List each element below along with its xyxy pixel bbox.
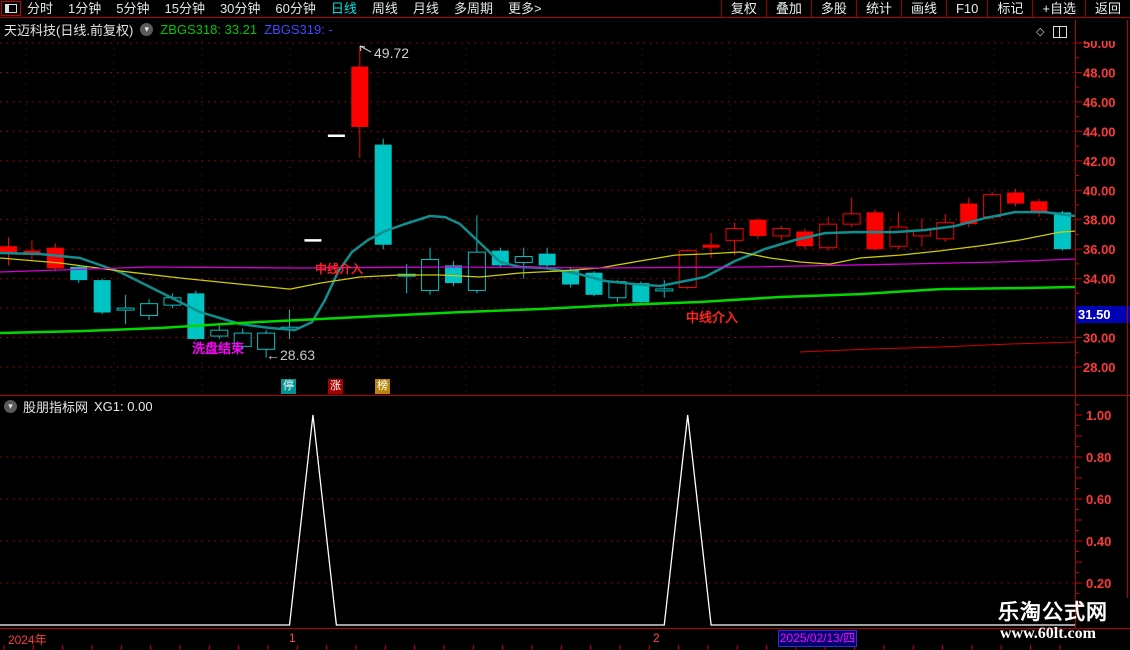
svg-text:42.00: 42.00 <box>1083 154 1116 169</box>
period-menu-item-3[interactable]: 15分钟 <box>164 0 204 17</box>
action-menu-item-4[interactable]: 画线 <box>900 0 946 17</box>
svg-text:38.00: 38.00 <box>1083 213 1116 228</box>
action-menu: 复权 叠加 多股 统计 画线 F10 标记 +自选 返回 <box>720 0 1130 17</box>
stock-title: 天迈科技(日线.前复权) <box>4 22 134 38</box>
action-menu-item-0[interactable]: 复权 <box>720 0 766 17</box>
layout-icon[interactable] <box>1 1 21 16</box>
xg1-series-line <box>0 414 1075 626</box>
action-menu-item-8[interactable]: 返回 <box>1084 0 1130 17</box>
action-menu-item-2[interactable]: 多股 <box>810 0 856 17</box>
app-window: 分时 1分钟 5分钟 15分钟 30分钟 60分钟 日线 周线 月线 多周期 更多> 复权 叠加 多股统… <box>0 0 1130 650</box>
period-menu-item-4[interactable]: 30分钟 <box>220 0 260 17</box>
action-menu-item-6[interactable]: 标记 <box>987 0 1032 17</box>
badge-1[interactable]: 涨 <box>328 379 343 394</box>
month-label-1: 2 <box>653 631 660 645</box>
badge-2[interactable]: 榜 <box>375 379 390 394</box>
price-gridlines <box>0 42 1075 368</box>
indicator-chart-canvas[interactable]: 1.00 0.80 0.60 0.40 0.20 <box>0 396 1130 650</box>
indicator-gridlines <box>0 456 1075 584</box>
period-menu-item-2[interactable]: 5分钟 <box>116 0 149 17</box>
watermark-url: www.60lt.com <box>1000 625 1096 642</box>
ma-magenta <box>0 258 1076 273</box>
svg-text:1.00: 1.00 <box>1086 408 1111 423</box>
chevron-down-icon[interactable]: ▾ <box>4 399 17 413</box>
indicator-source: 股朋指标网 <box>23 399 89 415</box>
chart-annotation-4: 洗盘结束 <box>192 341 245 356</box>
period-menu-item-8[interactable]: 月线 <box>413 0 439 17</box>
svg-text:36.00: 36.00 <box>1083 242 1116 257</box>
svg-text:44.00: 44.00 <box>1083 124 1116 139</box>
watermark-site-name: 乐淘公式网 <box>998 601 1108 624</box>
period-menu-item-0[interactable]: 分时 <box>27 0 53 17</box>
right-border <box>1127 20 1128 598</box>
period-menu-item-6[interactable]: 日线 <box>331 0 357 17</box>
action-menu-item-7[interactable]: +自选 <box>1032 0 1085 17</box>
annotations-layer: 49.72←28.63中线介入中线介入洗盘结束 <box>192 45 738 363</box>
date-axis-separator <box>0 628 1130 629</box>
ma-yellow <box>0 230 1076 290</box>
svg-text:50.00: 50.00 <box>1083 41 1116 51</box>
period-menu-item-10[interactable]: 更多> <box>508 0 542 17</box>
svg-text:30.00: 30.00 <box>1083 331 1116 346</box>
chart-annotation-0: 49.72 <box>374 45 409 61</box>
period-menu-item-5[interactable]: 60分钟 <box>275 0 315 17</box>
axis-border <box>1075 20 1076 628</box>
period-menu: 分时 1分钟 5分钟 15分钟 30分钟 60分钟 日线 周线 月线 多周期 更多> <box>27 0 542 17</box>
svg-text:46.00: 46.00 <box>1083 95 1116 110</box>
indicator-zbgs318: ZBGS318: 33.21 <box>160 21 258 37</box>
top-toolbar: 分时 1分钟 5分钟 15分钟 30分钟 60分钟 日线 周线 月线 多周期 更多> 复权 叠加 多股统… <box>0 0 1130 18</box>
svg-text:34.00: 34.00 <box>1083 272 1116 287</box>
svg-text:28.00: 28.00 <box>1083 360 1116 375</box>
main-chart-canvas[interactable]: 49.72←28.63中线介入中线介入洗盘结束50.0048.0046.0044… <box>0 41 1130 396</box>
chart-annotation-1: ←28.63 <box>266 347 315 363</box>
year-label: 2024年 <box>8 633 47 647</box>
action-menu-item-3[interactable]: 统计 <box>855 0 901 17</box>
badge-0[interactable]: 停 <box>281 379 296 394</box>
price-axis: 50.00 48.00 46.00 44.00 42.00 40.00 38.00 36.00… <box>1075 41 1116 375</box>
title-bar: 天迈科技(日线.前复权) ▾ ZBGS318: 33.21 ZBGS319: - <box>0 18 333 40</box>
split-window-icon <box>5 4 17 13</box>
period-menu-item-9[interactable]: 多周期 <box>454 0 493 17</box>
indicator-axis: 1.00 0.80 0.60 0.40 0.20 <box>1075 404 1111 615</box>
action-menu-item-1[interactable]: 叠加 <box>765 0 811 17</box>
svg-text:48.00: 48.00 <box>1083 65 1116 80</box>
last-price-marker: 31.50 <box>1076 306 1130 324</box>
split-view-icon[interactable] <box>1053 25 1068 38</box>
chart-annotation-3: 中线介入 <box>686 310 738 325</box>
action-menu-item-5[interactable]: F10 <box>945 0 987 17</box>
candles-layer <box>0 47 1071 358</box>
last-date-label: 2025/02/13/四 <box>778 630 857 647</box>
svg-text:40.00: 40.00 <box>1083 183 1116 198</box>
chevron-down-icon[interactable]: ▾ <box>140 22 154 36</box>
svg-text:0.60: 0.60 <box>1086 492 1111 507</box>
period-menu-item-1[interactable]: 1分钟 <box>68 0 101 17</box>
watermark: 乐淘公式网 www.60lt.com <box>998 601 1108 643</box>
indicator-zbgs319: ZBGS319: - <box>264 21 333 37</box>
ma-teal <box>0 210 1076 332</box>
svg-text:0.80: 0.80 <box>1086 450 1111 465</box>
period-menu-item-7[interactable]: 周线 <box>372 0 398 17</box>
svg-text:0.20: 0.20 <box>1086 576 1111 591</box>
month-label-0: 1 <box>289 631 296 645</box>
svg-text:0.40: 0.40 <box>1086 534 1111 549</box>
chart-annotation-2: 中线介入 <box>315 261 363 276</box>
aux-red <box>799 341 1076 353</box>
diamond-icon[interactable]: ◇ <box>1036 25 1044 38</box>
indicator-series: XG1: 0.00 <box>94 398 153 414</box>
titlebar-tools: ◇ <box>1036 25 1068 38</box>
date-ticks <box>3 645 1061 650</box>
indicator-header: ▾ 股朋指标网 XG1: 0.00 <box>4 398 153 415</box>
